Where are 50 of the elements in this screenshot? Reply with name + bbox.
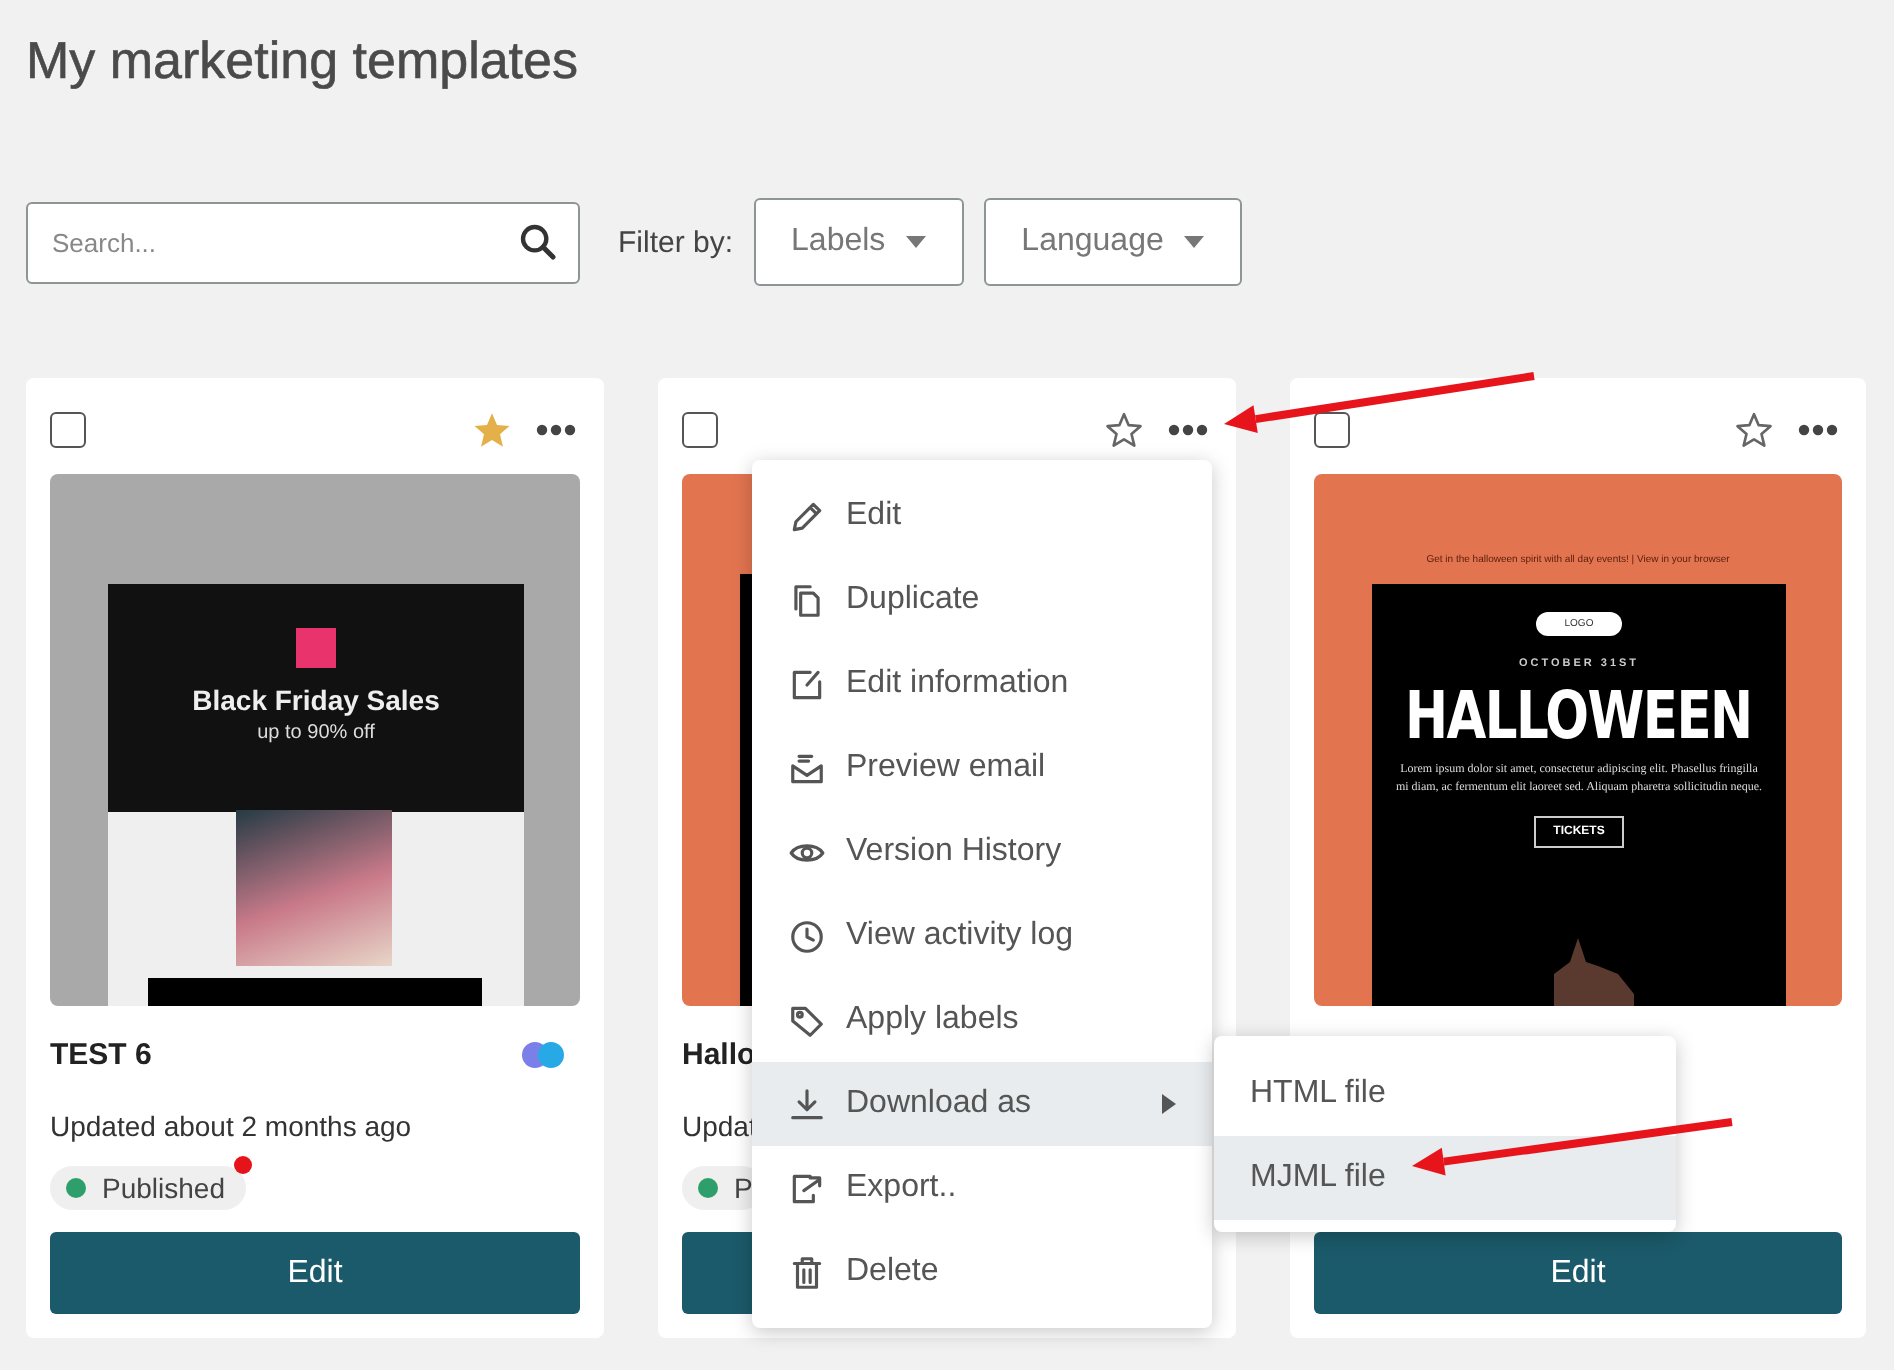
menu-item[interactable]: Version History [752, 810, 1212, 894]
menu-item[interactable]: Edit [752, 474, 1212, 558]
search-icon[interactable] [518, 221, 558, 261]
filter-dropdown[interactable]: Language [983, 198, 1242, 286]
star-outline-icon[interactable] [1104, 410, 1144, 450]
copy-icon [788, 581, 826, 619]
tag-icon [788, 1001, 826, 1039]
updated-text: Updated about 2 months ago [50, 1110, 412, 1142]
template-name: Hallo [682, 1037, 756, 1071]
checkbox[interactable] [682, 412, 718, 448]
clock-icon [788, 917, 826, 955]
star-outline-icon[interactable] [1734, 410, 1774, 450]
search-field[interactable]: Search... [26, 201, 580, 283]
caret-icon [905, 236, 926, 248]
trash-icon [788, 1253, 826, 1291]
logo-icon [296, 628, 336, 668]
caret-icon [1162, 1094, 1176, 1114]
preview-headline: Black Friday Sales [192, 684, 440, 716]
more-icon[interactable] [536, 424, 576, 436]
checkbox[interactable] [50, 412, 86, 448]
menu-item[interactable]: Delete [752, 1230, 1212, 1314]
page-title: My marketing templates [26, 28, 578, 90]
menu-item[interactable]: Apply labels [752, 978, 1212, 1062]
notification-dot [233, 1156, 251, 1174]
caret-icon [1183, 236, 1204, 248]
template-preview[interactable] [1314, 474, 1842, 1006]
menu-item[interactable]: Edit information [752, 642, 1212, 726]
filter-label: Filter by: [618, 225, 734, 259]
menu-item[interactable]: Duplicate [752, 558, 1212, 642]
pencil-icon [788, 497, 826, 535]
preview-headline: HALLOWEEN [1405, 676, 1753, 754]
menu-item[interactable]: HTML file [1214, 1052, 1676, 1136]
star-filled-icon[interactable] [472, 410, 512, 450]
more-icon[interactable] [1168, 424, 1208, 436]
edit-button[interactable]: Edit [1314, 1232, 1842, 1314]
menu-item[interactable]: View activity log [752, 894, 1212, 978]
mail-icon [788, 749, 826, 787]
more-icon[interactable] [1798, 424, 1838, 436]
download-icon [788, 1085, 826, 1123]
export-icon [788, 1169, 826, 1207]
template-preview[interactable]: Black Friday Sales up to 90% off [50, 474, 580, 1006]
edit-button[interactable]: Edit [50, 1232, 580, 1314]
preview-subline: up to 90% off [257, 722, 375, 744]
template-name: TEST 6 [50, 1037, 152, 1071]
menu-item[interactable]: Preview email [752, 726, 1212, 810]
edit-box-icon [788, 665, 826, 703]
menu-item[interactable]: Download as [752, 1062, 1212, 1146]
menu-item[interactable]: MJML file [1214, 1136, 1676, 1220]
filter-dropdown[interactable]: Labels [753, 198, 964, 286]
checkbox[interactable] [1314, 412, 1350, 448]
